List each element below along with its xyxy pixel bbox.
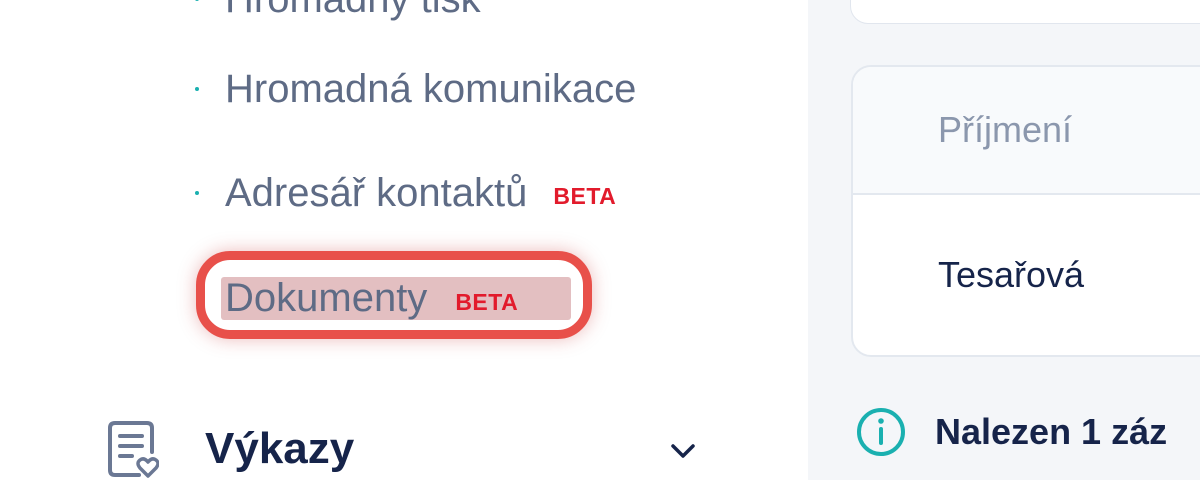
beta-badge: BETA bbox=[553, 182, 617, 209]
sidebar: Hromadný tisk Hromadná komunikace Adresá… bbox=[0, 0, 808, 480]
sidebar-subitem-contacts[interactable]: Adresář kontaktů BETA bbox=[195, 168, 616, 218]
info-icon bbox=[857, 408, 905, 456]
sidebar-subitem-label: Hromadný tisk bbox=[225, 0, 481, 22]
beta-badge: BETA bbox=[455, 289, 519, 315]
sidebar-subitem-label: Adresář kontaktů bbox=[225, 170, 528, 215]
sidebar-subitem-bulk-communication[interactable]: Hromadná komunikace bbox=[195, 64, 636, 114]
chevron-down-icon[interactable] bbox=[668, 436, 698, 466]
bullet-dot bbox=[195, 87, 199, 91]
table-header-surname[interactable]: Příjmení bbox=[853, 67, 1200, 195]
bullet-dot bbox=[195, 191, 199, 195]
sidebar-section-label: Výkazy bbox=[205, 424, 355, 473]
sidebar-section-reports[interactable]: Výkazy bbox=[105, 418, 705, 480]
sidebar-subitem-label: Dokumenty bbox=[225, 276, 428, 320]
results-count-text: Nalezen 1 záz bbox=[935, 411, 1168, 452]
results-count-status: Nalezen 1 záz bbox=[855, 406, 1167, 458]
filter-card bbox=[850, 0, 1200, 24]
results-table: Příjmení Tesařová bbox=[851, 65, 1200, 357]
report-heart-icon bbox=[108, 421, 159, 478]
table-row[interactable]: Tesařová bbox=[853, 195, 1200, 355]
sidebar-subitem-documents[interactable]: Dokumenty BETA bbox=[221, 276, 571, 320]
sidebar-subitem-label: Hromadná komunikace bbox=[225, 66, 637, 111]
sidebar-subitem-bulk-print[interactable]: Hromadný tisk bbox=[195, 0, 481, 24]
bullet-dot bbox=[195, 0, 199, 1]
